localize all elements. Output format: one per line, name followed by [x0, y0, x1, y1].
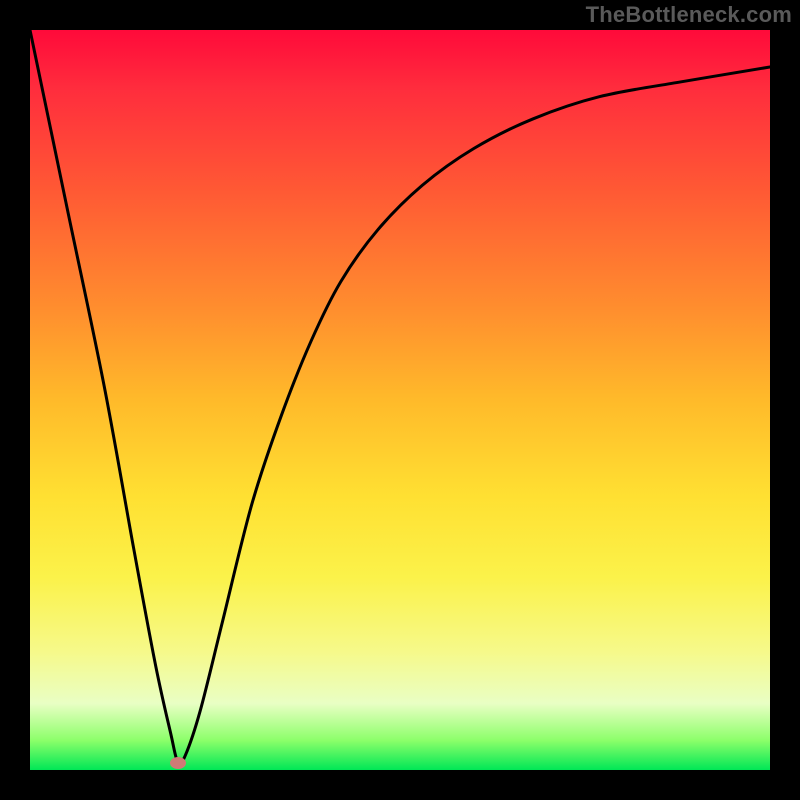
bottleneck-curve: [30, 30, 770, 770]
optimal-point-marker: [170, 757, 186, 769]
plot-area: [30, 30, 770, 770]
chart-frame: TheBottleneck.com: [0, 0, 800, 800]
watermark-text: TheBottleneck.com: [586, 2, 792, 28]
